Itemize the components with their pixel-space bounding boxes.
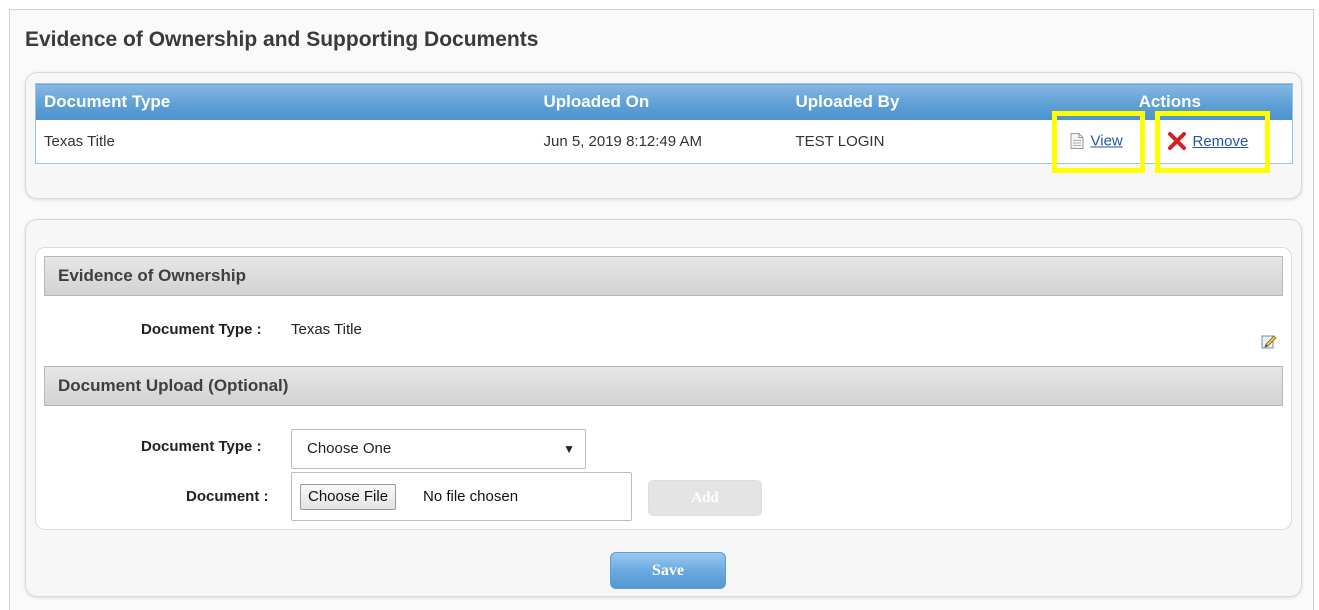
documents-card: Document Type Uploaded On Uploaded By Ac… <box>25 72 1302 199</box>
add-button[interactable]: Add <box>648 480 762 516</box>
document-type-select-value: Choose One <box>307 440 392 457</box>
ownership-document-type-value: Texas Title <box>291 321 362 338</box>
document-label: Document : <box>186 488 269 505</box>
view-link-label: View <box>1090 132 1123 150</box>
form-card: Evidence of Ownership Document Type : Te… <box>25 219 1302 597</box>
cell-uploaded-by: TEST LOGIN <box>787 119 1040 164</box>
choose-file-button[interactable]: Choose File <box>300 484 397 510</box>
table-row: Texas Title Jun 5, 2019 8:12:49 AM TEST … <box>35 110 1293 173</box>
edit-pencil-icon[interactable] <box>1261 333 1277 349</box>
document-icon <box>1070 133 1084 150</box>
cell-actions: View Remove <box>1039 110 1293 173</box>
page-title: Evidence of Ownership and Supporting Doc… <box>25 28 539 51</box>
section-header-document-upload: Document Upload (Optional) <box>44 366 1283 406</box>
form-inner-card: Evidence of Ownership Document Type : Te… <box>35 247 1292 530</box>
ownership-document-type-label: Document Type : <box>141 321 262 338</box>
column-header-document-type: Document Type <box>35 83 536 120</box>
file-status-text: No file chosen <box>423 488 519 505</box>
view-link[interactable]: View <box>1070 133 1123 150</box>
column-header-uploaded-by: Uploaded By <box>787 83 1040 120</box>
remove-link-label: Remove <box>1192 132 1249 150</box>
cell-document-type: Texas Title <box>35 119 536 164</box>
upload-document-type-label: Document Type : <box>141 438 262 455</box>
dropdown-arrow-icon: ▼ <box>563 442 575 456</box>
document-file-input[interactable]: Choose File No file chosen <box>291 472 632 521</box>
documents-table: Document Type Uploaded On Uploaded By Ac… <box>35 83 1293 173</box>
cell-uploaded-on: Jun 5, 2019 8:12:49 AM <box>535 119 788 164</box>
column-header-uploaded-on: Uploaded On <box>535 83 788 120</box>
save-button[interactable]: Save <box>610 552 726 589</box>
document-type-select[interactable]: Choose One ▼ <box>291 429 586 469</box>
remove-x-icon <box>1167 132 1186 151</box>
section-header-evidence-of-ownership: Evidence of Ownership <box>44 256 1283 296</box>
remove-link[interactable]: Remove <box>1167 132 1249 151</box>
